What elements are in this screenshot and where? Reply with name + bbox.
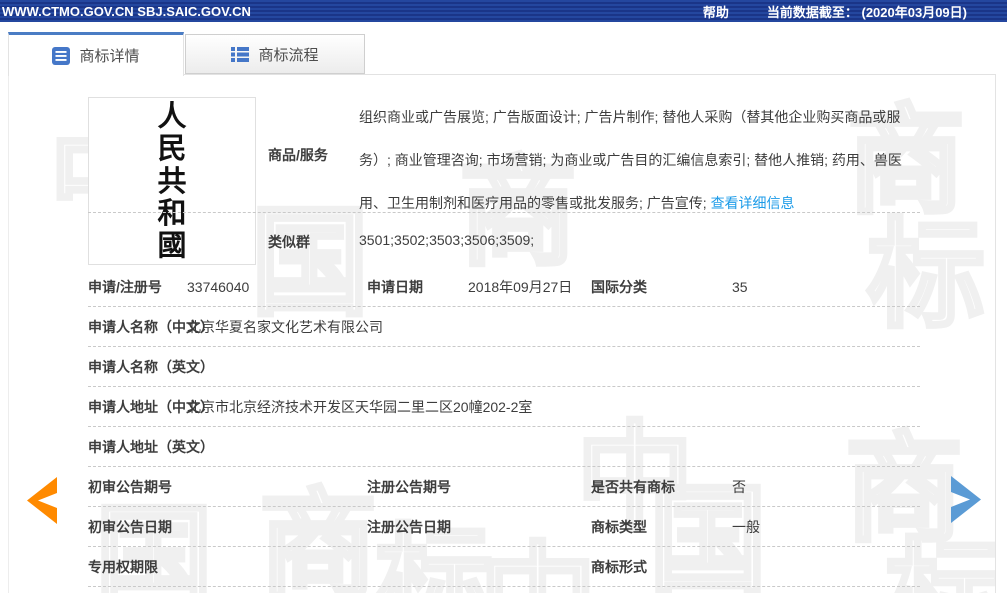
similar-group-value: 3501;3502;3503;3506;3509;	[359, 232, 535, 248]
detail-rows: 申请/注册号 33746040 申请日期 2018年09月27日 国际分类 35…	[88, 267, 920, 587]
applicant-name-cn-value: 北京华夏名家文化艺术有限公司	[187, 318, 383, 335]
tab-trademark-process[interactable]: 商标流程	[185, 34, 365, 74]
top-bar: WWW.CTMO.GOV.CN SBJ.SAIC.GOV.CN 帮助 当前数据截…	[0, 0, 1007, 22]
goods-services-label: 商品/服务	[268, 147, 328, 163]
tab-process-label: 商标流程	[258, 46, 319, 64]
table-row-applicant-name-en: 申请人名称（英文）	[88, 347, 920, 387]
exclusive-right-period-label: 专用权期限	[88, 558, 158, 575]
application-number-label: 申请/注册号	[88, 278, 162, 295]
trademark-detail-page: WWW.CTMO.GOV.CN SBJ.SAIC.GOV.CN 帮助 当前数据截…	[0, 0, 1007, 593]
goods-services-value: 组织商业或广告展览; 广告版面设计; 广告片制作; 替他人采购（替其他企业购买商…	[359, 109, 902, 211]
application-date-value: 2018年09月27日	[468, 278, 573, 295]
detail-list-icon	[52, 46, 71, 65]
help-link[interactable]: 帮助	[703, 2, 729, 21]
previous-record-arrow[interactable]	[27, 477, 57, 529]
intl-class-value: 35	[732, 278, 748, 295]
shared-trademark-label: 是否共有商标	[591, 478, 675, 495]
prelim-gazette-no-label: 初审公告期号	[88, 478, 172, 495]
trademark-type-value: 一般	[732, 518, 760, 535]
trademark-detail-table: 人 民 共 和 國 商品/服务 组织商业或广告展览; 广告版面设计; 广告片制作…	[9, 75, 995, 593]
trademark-calligraphy: 人 民 共 和 國	[157, 99, 187, 262]
trademark-image[interactable]: 人 民 共 和 國	[88, 97, 256, 265]
table-row-applicant-address-en: 申请人地址（英文）	[88, 427, 920, 467]
shared-trademark-value: 否	[732, 478, 746, 495]
trademark-form-label: 商标形式	[591, 558, 647, 575]
site-brand: WWW.CTMO.GOV.CN SBJ.SAIC.GOV.CN	[2, 3, 251, 19]
row-divider	[88, 212, 920, 213]
view-detail-link[interactable]: 查看详细信息	[711, 195, 795, 211]
table-row-applicant-address-cn: 申请人地址（中文） 北京市北京经济技术开发区天华园二里二区20幢202-2室	[88, 387, 920, 427]
table-row-exclusive-period: 专用权期限 商标形式	[88, 547, 920, 587]
chevron-right-icon	[951, 476, 981, 523]
reg-gazette-date-label: 注册公告日期	[367, 518, 451, 535]
applicant-address-cn-value: 北京市北京经济技术开发区天华园二里二区20幢202-2室	[187, 398, 533, 415]
applicant-name-en-label: 申请人名称（英文）	[88, 358, 214, 375]
table-row-applicant-name-cn: 申请人名称（中文） 北京华夏名家文化艺术有限公司	[88, 307, 920, 347]
applicant-address-en-label: 申请人地址（英文）	[88, 438, 214, 455]
next-record-arrow[interactable]	[951, 476, 981, 528]
application-date-label: 申请日期	[367, 278, 423, 295]
table-row-application-number: 申请/注册号 33746040 申请日期 2018年09月27日 国际分类 35	[88, 267, 920, 307]
similar-group-label: 类似群	[268, 234, 310, 250]
table-row-gazette-dates: 初审公告日期 注册公告日期 商标类型 一般	[88, 507, 920, 547]
content-panel: 中 国 商 商 标 中 国 商 标 中 商 标 国 人 民 共 和 國 商品/服…	[8, 75, 996, 593]
reg-gazette-no-label: 注册公告期号	[367, 478, 451, 495]
tab-detail-label: 商标详情	[79, 48, 140, 65]
tab-trademark-detail[interactable]: 商标详情	[8, 32, 184, 76]
table-row-gazette-numbers: 初审公告期号 注册公告期号 是否共有商标 否	[88, 467, 920, 507]
trademark-type-label: 商标类型	[591, 518, 647, 535]
chevron-left-icon	[27, 477, 57, 524]
process-list-icon	[231, 46, 250, 62]
application-number-value: 33746040	[187, 278, 250, 295]
data-cutoff-date: 当前数据截至： (2020年03月09日)	[766, 4, 967, 20]
prelim-gazette-date-label: 初审公告日期	[88, 518, 172, 535]
intl-class-label: 国际分类	[591, 278, 647, 295]
